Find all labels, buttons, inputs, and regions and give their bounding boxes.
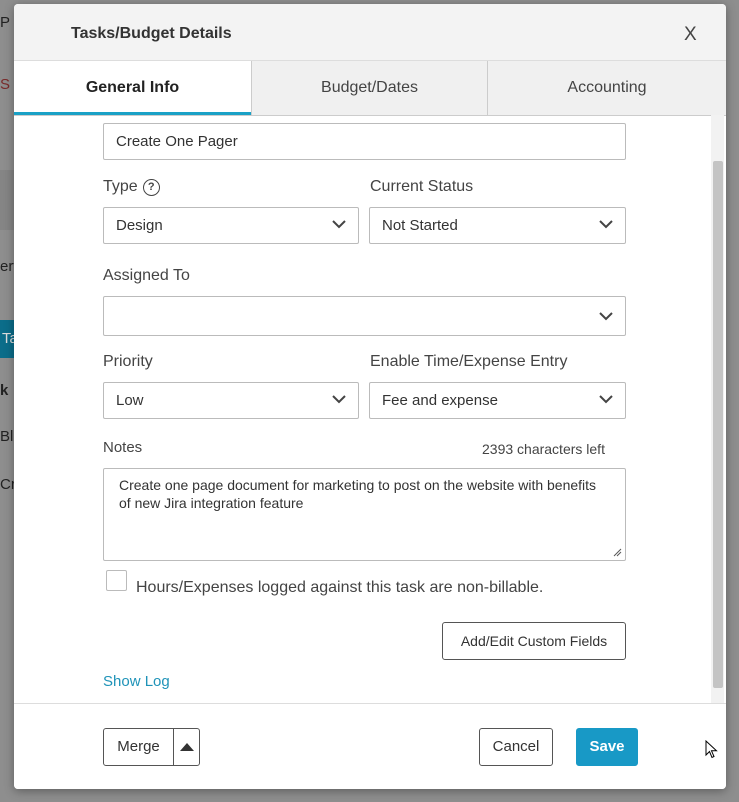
assigned-to-select[interactable] [103,296,626,336]
type-label: Type? [103,178,160,196]
chevron-down-icon [599,312,613,321]
resize-grip-icon[interactable] [613,548,622,557]
close-button[interactable]: X [684,24,697,46]
show-log-link[interactable]: Show Log [103,673,170,690]
notes-label: Notes [103,439,143,456]
priority-label: Priority [103,353,153,370]
mouse-cursor-icon [705,740,718,759]
background-text: P [0,14,11,31]
notes-textarea[interactable]: Create one page document for marketing t… [103,468,626,561]
modal-footer: Merge Cancel Save [14,703,726,789]
tab-budget-dates[interactable]: Budget/Dates [251,61,488,115]
scrollbar[interactable] [711,115,724,703]
notes-text: Create one page document for marketing t… [119,477,597,511]
task-details-modal: Tasks/Budget Details X General Info Budg… [14,4,726,789]
tab-general-info[interactable]: General Info [14,61,251,115]
chevron-down-icon [599,220,613,229]
chars-left-counter: 2393 characters left [482,441,605,457]
entry-label: Enable Time/Expense Entry [370,353,568,370]
form-scroll-area: Create One Pager Type? Current Status De… [14,115,726,703]
chevron-down-icon [332,395,346,404]
status-label: Current Status [370,178,474,195]
time-expense-select-value: Fee and expense [382,392,498,409]
modal-title: Tasks/Budget Details [71,25,232,42]
save-button[interactable]: Save [576,728,638,766]
assigned-label: Assigned To [103,267,190,284]
background-bar [0,170,14,230]
non-billable-checkbox[interactable] [106,570,127,591]
time-expense-select[interactable]: Fee and expense [369,382,626,419]
type-label-text: Type [103,178,138,195]
chevron-down-icon [599,395,613,404]
type-select[interactable]: Design [103,207,359,244]
help-icon[interactable]: ? [142,179,160,196]
background-tab: Ta [0,320,18,358]
priority-select[interactable]: Low [103,382,359,419]
type-select-value: Design [116,217,163,234]
merge-split-divider [173,729,174,765]
cancel-button[interactable]: Cancel [479,728,553,766]
modal-header: Tasks/Budget Details X [14,4,726,62]
chevron-down-icon [332,220,346,229]
tab-bar: General Info Budget/Dates Accounting [14,60,726,116]
background-text: Bl [0,428,14,445]
non-billable-label: Hours/Expenses logged against this task … [136,579,544,596]
priority-select-value: Low [116,392,144,409]
tab-accounting[interactable]: Accounting [488,61,726,115]
scrollbar-thumb[interactable] [713,161,723,688]
status-select-value: Not Started [382,217,458,234]
merge-button-label: Merge [117,738,160,755]
caret-up-icon[interactable] [180,743,194,751]
background-text: S [0,76,11,93]
status-select[interactable]: Not Started [369,207,626,244]
merge-button[interactable]: Merge [103,728,200,766]
custom-fields-button[interactable]: Add/Edit Custom Fields [442,622,626,660]
background-text: k [0,382,9,399]
task-name-input[interactable]: Create One Pager [103,123,626,160]
